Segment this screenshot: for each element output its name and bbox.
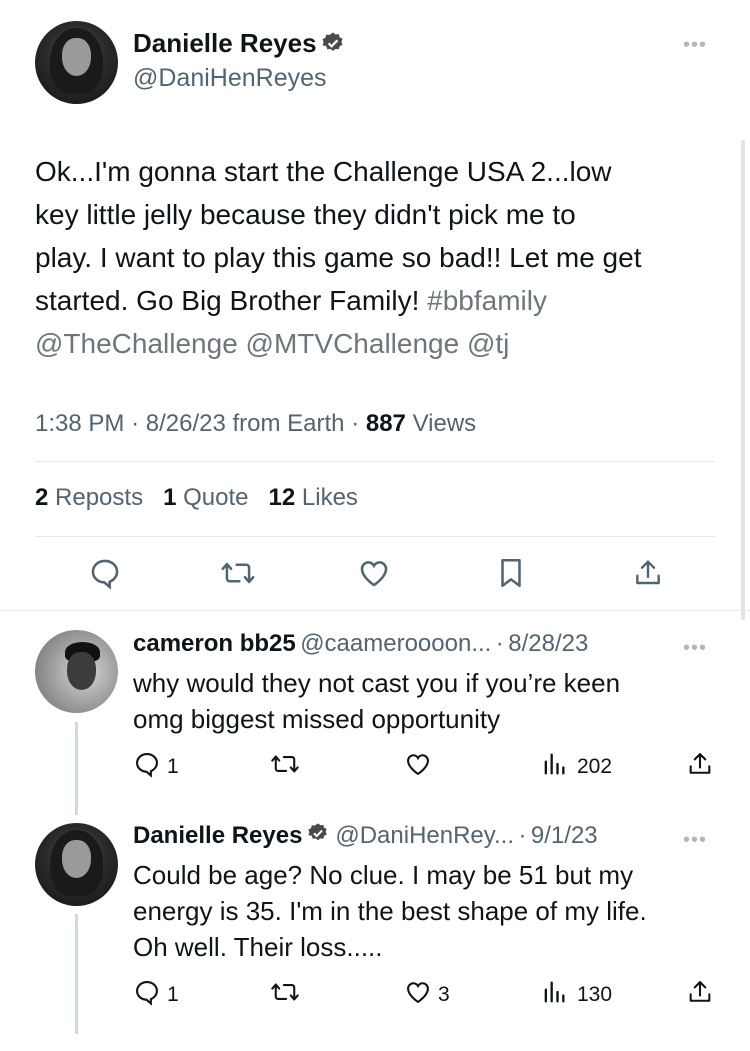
tweet-line: started. Go Big Brother Family! #bbfamil… xyxy=(35,279,735,322)
like-icon[interactable] xyxy=(357,556,391,590)
verified-badge-icon xyxy=(321,31,345,55)
scrollbar[interactable] xyxy=(741,140,745,620)
reply-avatar[interactable] xyxy=(35,630,118,713)
reply-header: cameron bb25 @caameroooon... · 8/28/23 xyxy=(133,630,588,658)
thread-line xyxy=(75,722,78,815)
reply-icon[interactable] xyxy=(133,750,161,778)
tweet-line: Ok...I'm gonna start the Challenge USA 2… xyxy=(35,156,612,187)
views-icon[interactable] xyxy=(540,750,568,778)
hashtag-link[interactable]: #bbfamily xyxy=(427,285,547,316)
separator-dot: · xyxy=(495,630,504,657)
tweet-source: from Earth xyxy=(232,410,345,437)
divider xyxy=(0,610,750,611)
tweet-stats: 2 Reposts 1 Quote 12 Likes xyxy=(35,484,358,512)
thread-line xyxy=(75,914,78,1034)
reply-date[interactable]: 9/1/23 xyxy=(531,822,598,849)
reply-author-name[interactable]: Danielle Reyes xyxy=(133,822,302,849)
share-icon[interactable] xyxy=(632,556,664,590)
repost-icon[interactable] xyxy=(220,556,256,590)
author-avatar[interactable] xyxy=(35,21,118,104)
reply-count: 1 xyxy=(167,755,179,778)
reply-author-handle[interactable]: @caameroooon... xyxy=(300,630,491,657)
views-count: 887 xyxy=(365,410,406,437)
avatar-face xyxy=(61,37,92,76)
reply-body: Could be age? No clue. I may be 51 but m… xyxy=(133,857,713,965)
separator-dot: · xyxy=(351,410,360,437)
tweet-line: play. I want to play this game so bad!! … xyxy=(35,242,642,273)
reply-icon[interactable] xyxy=(133,978,161,1006)
author-name: Danielle Reyes xyxy=(133,28,317,58)
tweet-meta: 1:38 PM · 8/26/23 from Earth · 887 Views xyxy=(35,410,476,438)
more-options-icon[interactable]: ••• xyxy=(683,34,707,57)
share-icon[interactable] xyxy=(686,978,714,1006)
views-count: 130 xyxy=(577,983,613,1006)
reply-avatar[interactable] xyxy=(35,823,118,906)
reply-header: Danielle Reyes @DaniHenRey... · 9/1/23 xyxy=(133,822,598,850)
views-label: Views xyxy=(412,410,477,437)
avatar-face xyxy=(66,651,97,690)
reply-author-name[interactable]: cameron bb25 xyxy=(133,630,296,657)
like-icon[interactable] xyxy=(404,750,432,778)
likes-count: 12 xyxy=(268,484,296,511)
reply-line: Could be age? No clue. I may be 51 but m… xyxy=(133,860,634,890)
quotes-count: 1 xyxy=(163,484,177,511)
separator-dot: · xyxy=(518,822,527,849)
share-icon[interactable] xyxy=(686,750,714,778)
divider xyxy=(35,536,715,537)
views-count: 202 xyxy=(577,755,613,778)
more-options-icon[interactable]: ••• xyxy=(683,637,707,660)
tweet-time[interactable]: 1:38 PM xyxy=(35,410,124,437)
repost-icon[interactable] xyxy=(270,750,300,778)
more-options-icon[interactable]: ••• xyxy=(683,829,707,852)
reposts-stat[interactable]: 2 Reposts xyxy=(35,484,143,511)
views-icon[interactable] xyxy=(540,978,568,1006)
author-handle: @DaniHenReyes xyxy=(133,64,327,92)
reply-count: 1 xyxy=(167,983,179,1006)
author-info[interactable]: Danielle Reyes @DaniHenReyes xyxy=(133,28,345,93)
like-count: 3 xyxy=(438,983,450,1006)
tweet-line-text: started. Go Big Brother Family! xyxy=(35,285,428,316)
quotes-label: Quote xyxy=(183,484,249,511)
mentions-links[interactable]: @TheChallenge @MTVChallenge @tj xyxy=(35,322,735,365)
verified-badge-icon xyxy=(307,822,331,846)
reposts-label: Reposts xyxy=(55,484,144,511)
reply-author-handle[interactable]: @DaniHenRey... xyxy=(335,822,514,849)
reply-date[interactable]: 8/28/23 xyxy=(508,630,588,657)
tweet-date[interactable]: 8/26/23 xyxy=(146,410,226,437)
tweet-body: Ok...I'm gonna start the Challenge USA 2… xyxy=(35,150,735,365)
likes-label: Likes xyxy=(301,484,358,511)
reposts-count: 2 xyxy=(35,484,49,511)
reply-icon[interactable] xyxy=(88,556,122,590)
avatar-face xyxy=(61,839,92,878)
separator-dot: · xyxy=(131,410,140,437)
divider xyxy=(35,461,715,462)
reply-line: energy is 35. I'm in the best shape of m… xyxy=(133,896,647,926)
reply-line: omg biggest missed opportunity xyxy=(133,704,501,734)
likes-stat[interactable]: 12 Likes xyxy=(269,484,358,511)
quotes-stat[interactable]: 1 Quote xyxy=(163,484,248,511)
like-icon[interactable] xyxy=(404,978,432,1006)
reply-line: Oh well. Their loss..... xyxy=(133,932,383,962)
reply-line: why would they not cast you if you’re ke… xyxy=(133,668,621,698)
tweet-line: key little jelly because they didn't pic… xyxy=(35,199,576,230)
reply-body: why would they not cast you if you’re ke… xyxy=(133,665,713,737)
repost-icon[interactable] xyxy=(270,978,300,1006)
bookmark-icon[interactable] xyxy=(495,556,527,590)
